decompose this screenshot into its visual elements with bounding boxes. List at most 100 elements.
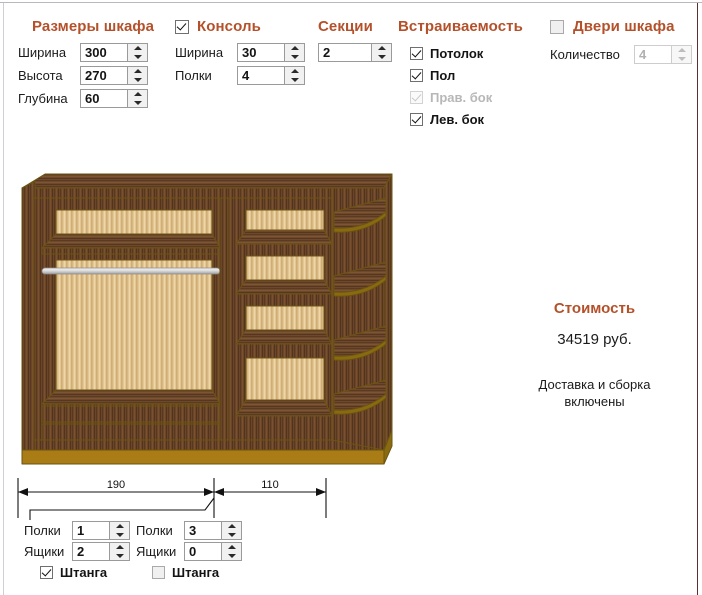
- spinner-console-shelves[interactable]: 4: [237, 66, 305, 85]
- spinner-section-1-drawers-buttons[interactable]: [109, 543, 129, 560]
- checkmark-icon[interactable]: [410, 68, 423, 82]
- spinner-cabinet-width-value[interactable]: 300: [81, 44, 127, 61]
- checkbox-embedding-ceiling[interactable]: Потолок: [410, 46, 483, 61]
- spinner-console-shelves-buttons[interactable]: [284, 67, 304, 84]
- spinner-sections-count[interactable]: 2: [318, 43, 392, 62]
- chevron-down-icon[interactable]: [222, 552, 241, 561]
- chevron-down-icon[interactable]: [110, 531, 129, 540]
- chevron-up-icon[interactable]: [128, 90, 147, 99]
- section-1-drawer-front-2[interactable]: [41, 423, 221, 441]
- cabinet-left-side: [21, 180, 36, 457]
- group-header-console: Консоль: [175, 18, 305, 35]
- spinner-section-2-shelves[interactable]: 3: [184, 521, 242, 540]
- checkbox-embedding-left-side-label: Лев. бок: [430, 111, 485, 127]
- spinner-section-2-shelves-value[interactable]: 3: [185, 522, 221, 539]
- checkbox-doors-enabled[interactable]: [550, 19, 564, 34]
- price-title: Стоимость: [553, 300, 636, 317]
- group-embedding: Встраиваемость Потолок Пол Прав. бок Лев…: [398, 18, 523, 130]
- section-2-shelves-row: Полки 3: [136, 520, 242, 541]
- spinner-console-width-buttons[interactable]: [284, 44, 304, 61]
- chevron-down-icon[interactable]: [372, 53, 391, 62]
- group-title-sections: Секции: [318, 18, 373, 35]
- spinner-section-2-drawers[interactable]: 0: [184, 542, 242, 561]
- embedding-row-ceiling: Потолок: [398, 42, 523, 64]
- spinner-doors-count-buttons: [671, 46, 691, 63]
- spinner-console-shelves-value[interactable]: 4: [238, 67, 284, 84]
- chevron-up-icon[interactable]: [222, 543, 241, 552]
- arrow-right-1: [204, 488, 214, 496]
- label-height: Высота: [18, 68, 63, 83]
- spinner-section-1-shelves[interactable]: 1: [72, 521, 130, 540]
- spinner-section-2-shelves-buttons[interactable]: [221, 522, 241, 539]
- price-note-line-2: включены: [564, 394, 625, 409]
- chevron-down-icon: [672, 55, 691, 64]
- chevron-up-icon[interactable]: [110, 522, 129, 531]
- chevron-down-icon[interactable]: [128, 99, 147, 108]
- arrow-right-2: [316, 488, 326, 496]
- checkbox-embedding-floor[interactable]: Пол: [410, 68, 455, 83]
- spinner-cabinet-height-value[interactable]: 270: [81, 67, 127, 84]
- section-2-shelf-1-back: [245, 209, 325, 231]
- chevron-up-icon[interactable]: [222, 522, 241, 531]
- checkbox-embedding-left-side[interactable]: Лев. бок: [410, 112, 484, 127]
- field-row-doors-count: Количество 4: [550, 43, 692, 66]
- spinner-console-width-value[interactable]: 30: [238, 44, 284, 61]
- price-panel: Стоимость 34519 руб. Доставка и сборка в…: [502, 300, 687, 410]
- spinner-section-2-drawers-buttons[interactable]: [221, 543, 241, 560]
- checkmark-icon[interactable]: [175, 19, 189, 34]
- section-1-controls: Полки 1 Ящики 2 Штанга: [24, 520, 130, 584]
- chevron-up-icon[interactable]: [285, 44, 304, 53]
- spinner-cabinet-width[interactable]: 300: [80, 43, 148, 62]
- chevron-down-icon[interactable]: [285, 53, 304, 62]
- section-2-shelf-1-board: [235, 229, 333, 245]
- spinner-section-1-shelves-buttons[interactable]: [109, 522, 129, 539]
- spinner-cabinet-height[interactable]: 270: [80, 66, 148, 85]
- spinner-cabinet-width-buttons[interactable]: [127, 44, 147, 61]
- dimension-strip: 190 110: [0, 470, 360, 520]
- field-row-height: Высота 270: [18, 64, 168, 87]
- chevron-up-icon[interactable]: [110, 543, 129, 552]
- chevron-down-icon[interactable]: [110, 552, 129, 561]
- checkbox-embedding-floor-label: Пол: [430, 67, 456, 83]
- label-console-shelves: Полки: [175, 68, 212, 83]
- spinner-cabinet-depth-value[interactable]: 60: [81, 90, 127, 107]
- spinner-cabinet-depth[interactable]: 60: [80, 89, 148, 108]
- section-1-shelf-1-board: [41, 233, 221, 249]
- spinner-section-1-shelves-value[interactable]: 1: [73, 522, 109, 539]
- section-1-shelves-label: Полки: [24, 523, 61, 538]
- spinner-section-1-drawers[interactable]: 2: [72, 542, 130, 561]
- chevron-down-icon[interactable]: [128, 76, 147, 85]
- section-1-hanging-rail: [41, 267, 221, 275]
- checkbox-section-2-rail[interactable]: Штанга: [152, 565, 219, 580]
- checkbox-section-1-rail[interactable]: Штанга: [40, 565, 107, 580]
- section-1-drawer-front-1[interactable]: [41, 405, 221, 423]
- spinner-section-1-drawers-value[interactable]: 2: [73, 543, 109, 560]
- checkmark-icon[interactable]: [410, 112, 423, 126]
- chevron-down-icon[interactable]: [222, 531, 241, 540]
- checkmark-icon[interactable]: [40, 566, 53, 579]
- spinner-section-2-drawers-value[interactable]: 0: [185, 543, 221, 560]
- chevron-up-icon[interactable]: [372, 44, 391, 53]
- price-amount: 34519 руб.: [557, 331, 632, 348]
- chevron-up-icon[interactable]: [128, 67, 147, 76]
- arrow-left-1: [18, 488, 28, 496]
- checkmark-icon[interactable]: [152, 566, 165, 579]
- spinner-cabinet-depth-buttons[interactable]: [127, 90, 147, 107]
- checkbox-console-enabled[interactable]: [175, 19, 189, 34]
- section-1-shelf-1-edge: [41, 247, 221, 255]
- spinner-sections-count-buttons[interactable]: [371, 44, 391, 61]
- spinner-sections-count-value[interactable]: 2: [319, 44, 371, 61]
- spinner-cabinet-height-buttons[interactable]: [127, 67, 147, 84]
- wardrobe-3d-preview[interactable]: [12, 168, 412, 478]
- group-title-doors: Двери шкафа: [573, 18, 675, 35]
- chevron-down-icon[interactable]: [285, 76, 304, 85]
- dimension-svg: 190 110: [17, 478, 327, 520]
- checkmark-icon[interactable]: [550, 19, 564, 34]
- chevron-up-icon[interactable]: [285, 67, 304, 76]
- chevron-down-icon[interactable]: [128, 53, 147, 62]
- spinner-doors-count: 4: [634, 45, 692, 64]
- chevron-up-icon[interactable]: [128, 44, 147, 53]
- checkmark-icon[interactable]: [410, 46, 423, 60]
- spinner-console-width[interactable]: 30: [237, 43, 305, 62]
- wardrobe-svg[interactable]: [12, 168, 412, 478]
